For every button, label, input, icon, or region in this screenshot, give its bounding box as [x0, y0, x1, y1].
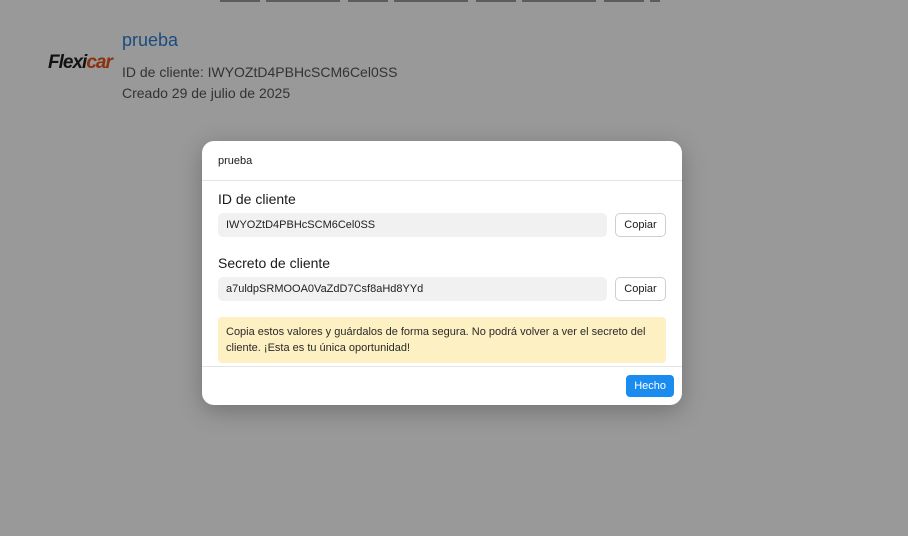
client-secret-label: Secreto de cliente: [218, 255, 331, 271]
copy-client-secret-button[interactable]: Copiar: [615, 277, 666, 301]
dialog-title: prueba: [218, 154, 253, 167]
dialog-header: prueba: [202, 141, 682, 181]
dialog-footer: Hecho: [202, 366, 682, 405]
credentials-dialog: prueba ID de cliente IWYOZtD4PBHcSCM6Cel…: [202, 141, 682, 405]
copy-client-id-button[interactable]: Copiar: [615, 213, 666, 237]
done-button[interactable]: Hecho: [626, 375, 674, 397]
warning-notice: Copia estos valores y guárdalos de forma…: [218, 317, 666, 363]
client-secret-value[interactable]: a7uldpSRMOOA0VaZdD7Csf8aHd8YYd: [218, 277, 607, 301]
dialog-body: ID de cliente IWYOZtD4PBHcSCM6Cel0SS Cop…: [202, 181, 682, 363]
client-id-row: IWYOZtD4PBHcSCM6Cel0SS Copiar: [218, 213, 666, 237]
client-id-value[interactable]: IWYOZtD4PBHcSCM6Cel0SS: [218, 213, 607, 237]
client-secret-row: a7uldpSRMOOA0VaZdD7Csf8aHd8YYd Copiar: [218, 277, 666, 301]
client-id-label: ID de cliente: [218, 191, 296, 207]
